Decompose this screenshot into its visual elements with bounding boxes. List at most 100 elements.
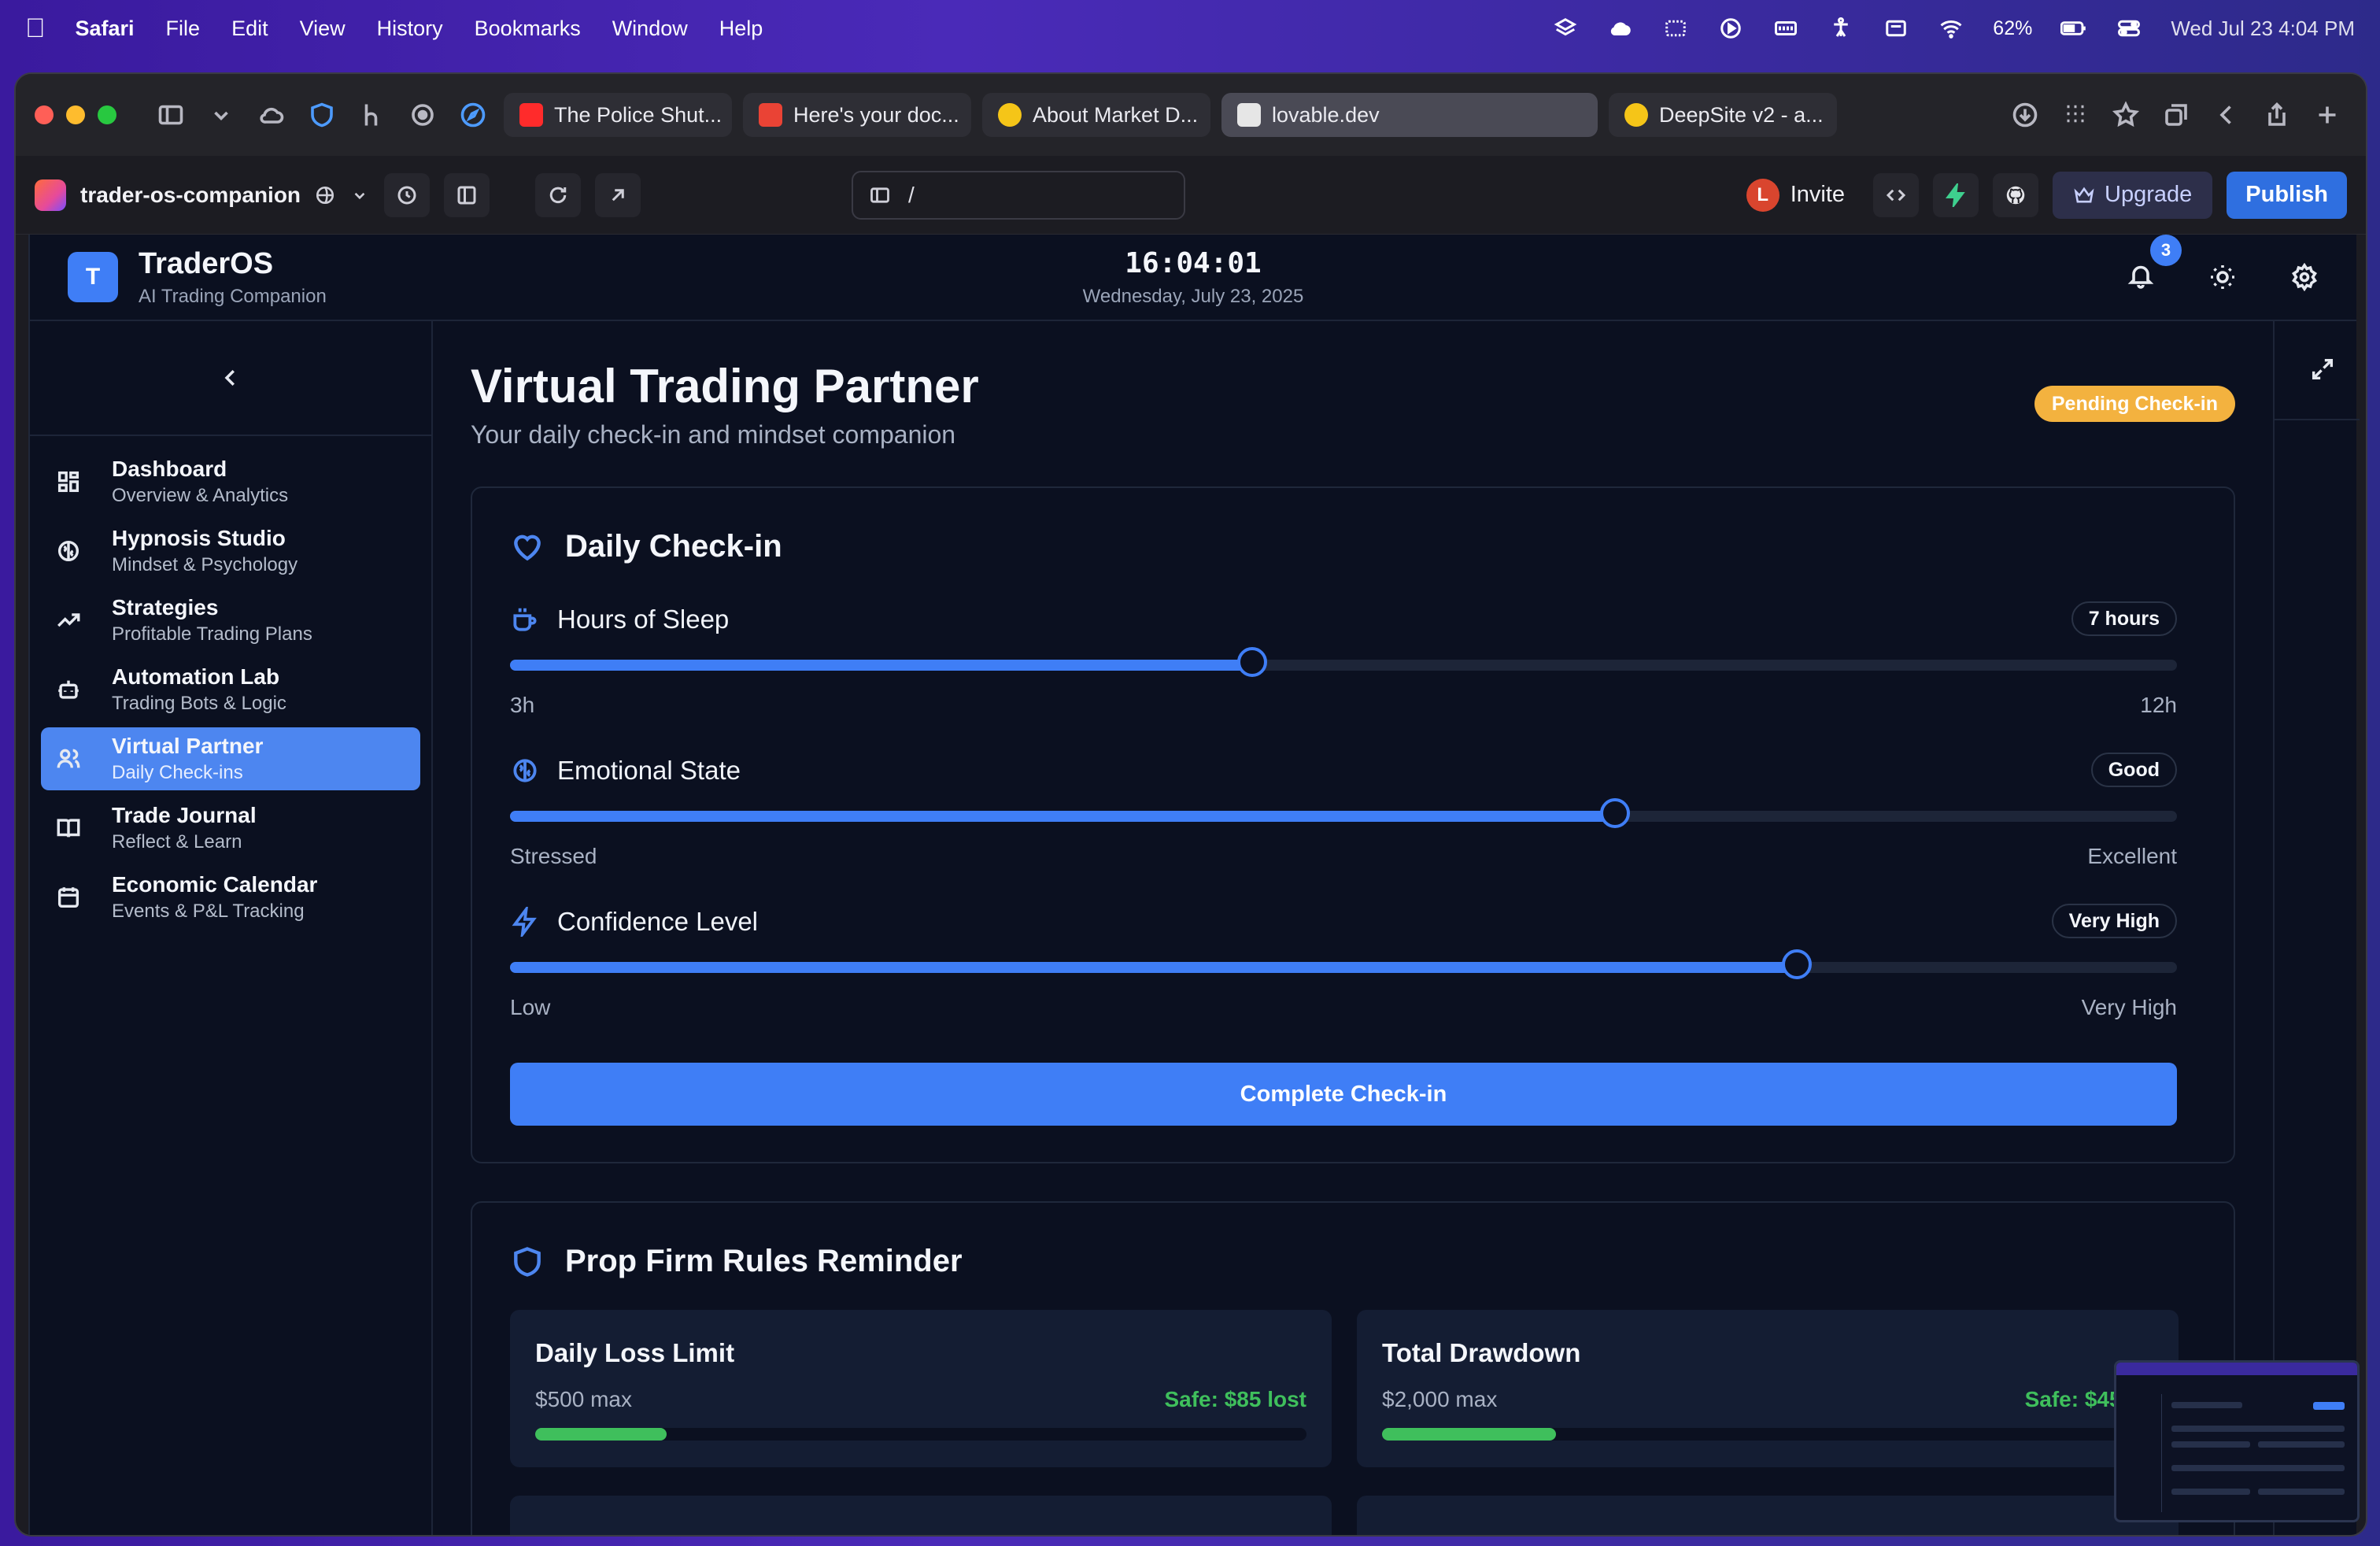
- card-header: Daily Check-in: [510, 529, 782, 564]
- battery-icon[interactable]: [2060, 17, 2087, 40]
- publish-button[interactable]: Publish: [2227, 171, 2347, 219]
- sidebar-item-strategies[interactable]: Strategies Profitable Trading Plans: [41, 589, 420, 652]
- code-icon: [1886, 189, 1906, 201]
- sidebar-item-trade-journal[interactable]: Trade Journal Reflect & Learn: [41, 797, 420, 860]
- card-title: Daily Check-in: [565, 529, 782, 564]
- browser-tab[interactable]: Here's your doc...: [743, 93, 971, 137]
- code-button[interactable]: [1873, 172, 1920, 217]
- menu-app-name[interactable]: Safari: [76, 17, 135, 41]
- sidebar-item-virtual-partner[interactable]: Virtual Partner Daily Check-ins: [41, 727, 420, 790]
- brand-subtitle: AI Trading Companion: [139, 285, 327, 307]
- sidebar-item-hypnosis-studio[interactable]: Hypnosis Studio Mindset & Psychology: [41, 520, 420, 583]
- screenshot-thumbnail[interactable]: [2114, 1360, 2360, 1522]
- sidebar-item-dashboard[interactable]: Dashboard Overview & Analytics: [41, 450, 420, 513]
- emotion-slider[interactable]: [510, 798, 2177, 828]
- menu-window[interactable]: Window: [612, 17, 688, 41]
- slider-value-badge: 7 hours: [2071, 601, 2177, 636]
- sleep-slider-block: Hours of Sleep 7 hours 3h 12h: [510, 601, 2177, 717]
- sun-icon[interactable]: [2208, 263, 2237, 291]
- globe-icon: [316, 186, 334, 204]
- refresh-button[interactable]: [535, 172, 582, 217]
- browser-tab[interactable]: The Police Shut...: [504, 93, 732, 137]
- preview-url-field[interactable]: /: [852, 170, 1186, 220]
- layers-status-icon[interactable]: [1552, 17, 1579, 40]
- apple-menu-icon[interactable]: : [25, 13, 46, 44]
- history-button[interactable]: [384, 172, 431, 217]
- sidebar-status-icon[interactable]: [1662, 17, 1689, 40]
- settings-gear-icon[interactable]: [2290, 263, 2319, 291]
- open-external-button[interactable]: [595, 172, 641, 217]
- chevron-down-icon[interactable]: [201, 95, 241, 135]
- display-status-icon[interactable]: [1883, 17, 1909, 40]
- brand-logo[interactable]: T: [68, 252, 118, 302]
- expand-icon: [2312, 358, 2334, 380]
- trending-up-icon: [57, 613, 80, 627]
- users-icon: [57, 749, 80, 768]
- slider-thumb[interactable]: [1782, 949, 1813, 979]
- slider-value-badge: Very High: [2051, 904, 2177, 938]
- star-icon[interactable]: [2106, 95, 2145, 135]
- zoom-window-button[interactable]: [98, 105, 116, 124]
- icloud-icon[interactable]: [252, 95, 291, 135]
- book-icon: [57, 819, 80, 838]
- play-status-icon[interactable]: [1717, 17, 1744, 40]
- browser-tab-active[interactable]: lovable.dev: [1221, 93, 1598, 137]
- sidebar-toggle-icon[interactable]: [151, 95, 190, 135]
- upgrade-button[interactable]: Upgrade: [2053, 171, 2213, 219]
- menu-history[interactable]: History: [377, 17, 443, 41]
- invite-button[interactable]: L Invite: [1746, 178, 1845, 212]
- new-tab-icon[interactable]: [2308, 95, 2347, 135]
- slider-label: Hours of Sleep: [510, 605, 2177, 634]
- panel-toggle-button[interactable]: [444, 172, 490, 217]
- browser-tab[interactable]: About Market D...: [982, 93, 1210, 137]
- battery-percent[interactable]: 62%: [1993, 17, 2032, 40]
- record-extension-icon[interactable]: [403, 95, 442, 135]
- sleep-slider[interactable]: [510, 647, 2177, 677]
- control-center-icon[interactable]: [2116, 17, 2142, 40]
- slider-thumb[interactable]: [1236, 647, 1267, 677]
- wifi-icon[interactable]: [1938, 17, 1964, 40]
- nav-subtitle: Profitable Trading Plans: [112, 623, 312, 645]
- menu-view[interactable]: View: [300, 17, 346, 41]
- slider-thumb[interactable]: [1600, 798, 1631, 828]
- brand: TraderOS AI Trading Companion: [139, 247, 327, 308]
- grid-apps-icon[interactable]: [2056, 95, 2095, 135]
- tabs-overview-icon[interactable]: [2156, 95, 2196, 135]
- menubar-clock[interactable]: Wed Jul 23 4:04 PM: [2171, 17, 2355, 41]
- accessibility-status-icon[interactable]: [1828, 17, 1854, 40]
- expand-button[interactable]: [2309, 356, 2336, 386]
- nav-title: Strategies: [112, 595, 219, 620]
- lovable-logo-icon[interactable]: [35, 179, 66, 211]
- complete-checkin-button[interactable]: Complete Check-in: [510, 1063, 2177, 1126]
- shield-extension-icon[interactable]: [302, 95, 342, 135]
- tab-label: lovable.dev: [1272, 102, 1380, 127]
- download-icon[interactable]: [2005, 95, 2045, 135]
- menu-bookmarks[interactable]: Bookmarks: [475, 17, 581, 41]
- notifications-button[interactable]: 3: [2127, 234, 2182, 294]
- keyboard-status-icon[interactable]: [1772, 17, 1799, 40]
- url-path: /: [908, 182, 915, 207]
- collapse-sidebar-button[interactable]: [30, 321, 431, 436]
- back-icon[interactable]: [2207, 95, 2246, 135]
- project-name[interactable]: trader-os-companion: [80, 183, 301, 208]
- share-icon[interactable]: [2257, 95, 2297, 135]
- menu-edit[interactable]: Edit: [231, 17, 268, 41]
- supabase-button[interactable]: [1933, 172, 1979, 217]
- rule-title: Daily Loss Limit: [535, 1338, 735, 1367]
- close-window-button[interactable]: [35, 105, 54, 124]
- brain-icon: [513, 759, 537, 782]
- sidebar-item-economic-calendar[interactable]: Economic Calendar Events & P&L Tracking: [41, 866, 420, 929]
- h-extension-icon[interactable]: [353, 95, 392, 135]
- chevron-down-icon[interactable]: [349, 185, 370, 205]
- menu-file[interactable]: File: [166, 17, 201, 41]
- cloud-status-icon[interactable]: [1607, 17, 1634, 40]
- sidebar-item-automation-lab[interactable]: Automation Lab Trading Bots & Logic: [41, 658, 420, 721]
- device-icon[interactable]: [869, 184, 891, 206]
- github-button[interactable]: [1993, 172, 2039, 217]
- browser-tab[interactable]: DeepSite v2 - a...: [1609, 93, 1837, 137]
- minimize-window-button[interactable]: [66, 105, 85, 124]
- menu-help[interactable]: Help: [719, 17, 763, 41]
- page-subtitle: Your daily check-in and mindset companio…: [471, 420, 956, 449]
- compass-extension-icon[interactable]: [453, 95, 493, 135]
- confidence-slider[interactable]: [510, 949, 2177, 979]
